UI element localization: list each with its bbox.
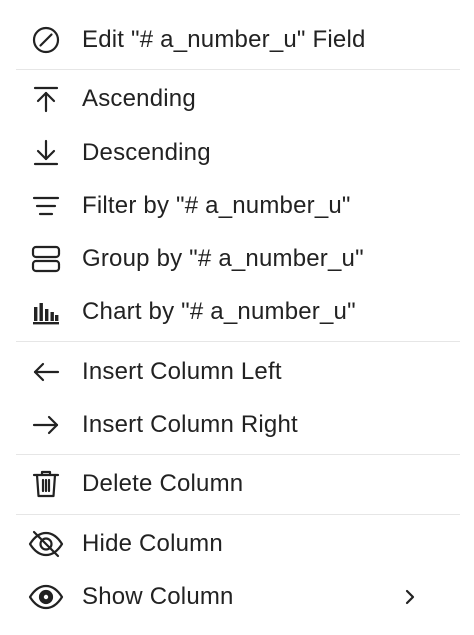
menu-item-label: Ascending xyxy=(82,85,196,112)
menu-item-label: Insert Column Left xyxy=(82,358,282,385)
filter-icon xyxy=(26,186,66,226)
bar-chart-icon xyxy=(26,292,66,332)
chevron-right-icon xyxy=(398,582,422,612)
edit-circle-icon xyxy=(26,20,66,60)
sort-descending-icon xyxy=(26,133,66,173)
menu-item-label: Insert Column Right xyxy=(82,411,298,438)
trash-icon xyxy=(26,464,66,504)
arrow-left-icon xyxy=(26,352,66,392)
menu-item-label: Show Column xyxy=(82,583,234,610)
menu-divider xyxy=(16,454,460,455)
menu-item-label: Descending xyxy=(82,139,211,166)
eye-icon xyxy=(26,577,66,617)
menu-item-descending[interactable]: Descending xyxy=(0,127,474,180)
column-context-menu: Edit "# a_number_u" Field Ascending Desc… xyxy=(0,0,474,635)
group-icon xyxy=(26,239,66,279)
menu-item-label: Hide Column xyxy=(82,530,223,557)
eye-off-icon xyxy=(26,524,66,564)
menu-item-edit-field[interactable]: Edit "# a_number_u" Field xyxy=(0,14,474,67)
menu-divider xyxy=(16,514,460,515)
sort-ascending-icon xyxy=(26,79,66,119)
menu-item-filter[interactable]: Filter by "# a_number_u" xyxy=(0,180,474,233)
arrow-right-icon xyxy=(26,405,66,445)
menu-item-group[interactable]: Group by "# a_number_u" xyxy=(0,233,474,286)
menu-item-insert-column-left[interactable]: Insert Column Left xyxy=(0,346,474,399)
menu-item-label: Delete Column xyxy=(82,470,244,497)
menu-item-delete-column[interactable]: Delete Column xyxy=(0,458,474,511)
menu-item-label: Chart by "# a_number_u" xyxy=(82,298,356,325)
menu-item-ascending[interactable]: Ascending xyxy=(0,73,474,126)
menu-item-show-column[interactable]: Show Column xyxy=(0,571,474,624)
menu-item-hide-column[interactable]: Hide Column xyxy=(0,518,474,571)
menu-item-label: Group by "# a_number_u" xyxy=(82,245,364,272)
menu-item-chart[interactable]: Chart by "# a_number_u" xyxy=(0,286,474,339)
menu-divider xyxy=(16,341,460,342)
menu-item-insert-column-right[interactable]: Insert Column Right xyxy=(0,399,474,452)
menu-divider xyxy=(16,69,460,70)
menu-item-label: Filter by "# a_number_u" xyxy=(82,192,351,219)
menu-item-label: Edit "# a_number_u" Field xyxy=(82,26,366,53)
